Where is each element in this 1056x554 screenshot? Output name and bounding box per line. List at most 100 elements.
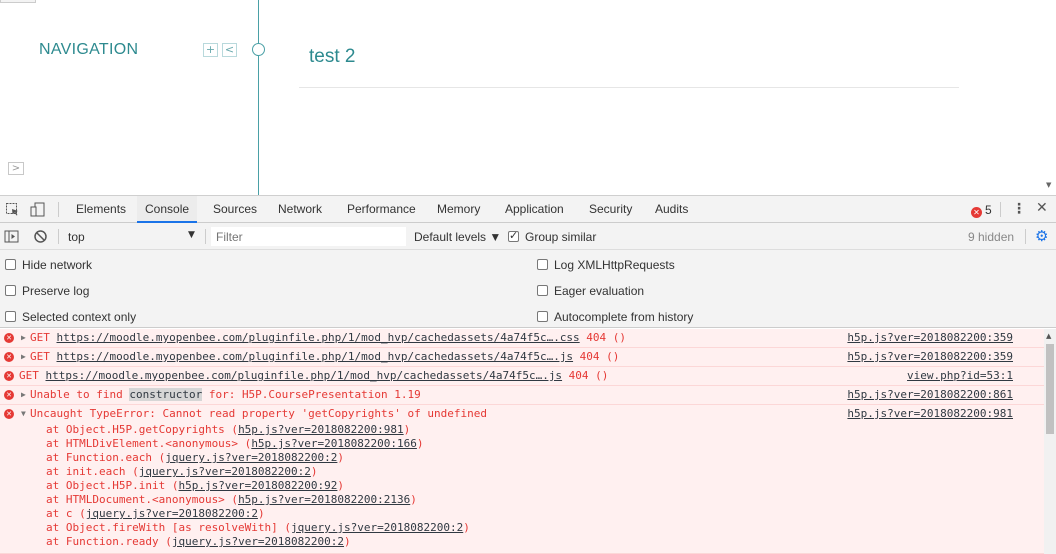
hidden-count: 9 hidden xyxy=(968,230,1015,244)
source-link[interactable]: h5p.js?ver=2018082200:981 xyxy=(847,405,1013,423)
message-before: Unable to find xyxy=(30,388,130,401)
checkbox[interactable] xyxy=(537,311,548,322)
inspect-element-icon[interactable] xyxy=(5,202,20,217)
sidebar-toggle-icon[interactable] xyxy=(4,229,19,244)
navigation-title: NAVIGATION xyxy=(39,41,139,58)
scrollbar-thumb[interactable] xyxy=(1046,344,1054,434)
console-error-message[interactable]: ✕ ▶ GET https://moodle.myopenbee.com/plu… xyxy=(0,329,1044,348)
expand-triangle-icon[interactable]: ▶ xyxy=(21,386,26,404)
gear-icon[interactable]: ⚙ xyxy=(1035,227,1048,245)
console-toolbar: top ▼ Default levels ▼ Group similar 9 h… xyxy=(0,223,1056,250)
chevron-down-icon[interactable]: ▼ xyxy=(188,230,195,240)
tab-application[interactable]: Application xyxy=(503,196,566,223)
stack-frame-link[interactable]: jquery.js?ver=2018082200:2 xyxy=(291,521,463,534)
eager-evaluation-option[interactable]: Eager evaluation xyxy=(537,284,644,298)
console-error-message[interactable]: ✕ ▶ GET https://moodle.myopenbee.com/plu… xyxy=(0,348,1044,367)
scroll-up-icon[interactable]: ▲ xyxy=(1046,332,1051,340)
autocomplete-history-label: Autocomplete from history xyxy=(554,310,694,324)
heading-divider xyxy=(299,87,959,88)
clear-console-icon[interactable] xyxy=(33,229,48,244)
stack-frame-text: at init.each ( xyxy=(46,465,139,478)
error-count-badge[interactable]: ✕ 5 xyxy=(971,203,992,218)
filter-input[interactable] xyxy=(211,227,406,246)
close-icon[interactable]: ✕ xyxy=(1036,200,1048,216)
console-error-message[interactable]: ✕ GET https://moodle.myopenbee.com/plugi… xyxy=(0,367,1044,386)
message-suffix: 404 () xyxy=(573,350,620,363)
stack-frame-text: at Object.H5P.init ( xyxy=(46,479,179,492)
stack-frame-link[interactable]: h5p.js?ver=2018082200:92 xyxy=(178,479,337,492)
page-scroll-down-icon[interactable]: ▼ xyxy=(1046,181,1051,189)
error-icon: ✕ xyxy=(4,409,14,419)
stack-frame-end: ) xyxy=(337,479,345,492)
hide-network-option[interactable]: Hide network xyxy=(5,258,92,272)
checkbox[interactable] xyxy=(5,311,16,322)
message-text: GET https://moodle.myopenbee.com/pluginf… xyxy=(30,348,619,366)
tab-network[interactable]: Network xyxy=(276,196,324,223)
collapse-triangle-icon[interactable]: ▼ xyxy=(21,405,26,423)
toolbar-separator xyxy=(205,229,206,244)
stack-frame: at Function.each (jquery.js?ver=20180822… xyxy=(46,451,1044,465)
group-similar-checkbox[interactable]: Group similar xyxy=(508,229,596,244)
console-error-message-expanded[interactable]: ✕ ▼ Uncaught TypeError: Cannot read prop… xyxy=(0,405,1044,554)
source-link[interactable]: h5p.js?ver=2018082200:359 xyxy=(847,348,1013,366)
message-text: Unable to find constructor for: H5P.Cour… xyxy=(30,386,421,404)
stack-frame-text: at c ( xyxy=(46,507,86,520)
console-scrollbar[interactable]: ▲ xyxy=(1044,329,1056,554)
nav-add-icon[interactable]: + xyxy=(203,43,218,57)
tab-sources[interactable]: Sources xyxy=(211,196,259,223)
autocomplete-history-option[interactable]: Autocomplete from history xyxy=(537,310,693,324)
checkbox-checked-icon[interactable] xyxy=(508,229,519,242)
checkbox[interactable] xyxy=(5,285,16,296)
tab-audits[interactable]: Audits xyxy=(653,196,690,223)
source-link[interactable]: h5p.js?ver=2018082200:861 xyxy=(847,386,1013,404)
stack-frame-text: at Function.ready ( xyxy=(46,535,172,548)
stack-frame-end: ) xyxy=(344,535,351,548)
more-options-icon[interactable]: ⋮ xyxy=(1012,201,1026,217)
expand-triangle-icon[interactable]: ▶ xyxy=(21,329,26,347)
log-levels-dropdown[interactable]: Default levels ▼ xyxy=(414,230,501,244)
console-error-message[interactable]: ✕ ▶ Unable to find constructor for: H5P.… xyxy=(0,386,1044,405)
message-text: Uncaught TypeError: Cannot read property… xyxy=(30,407,487,420)
message-url-link[interactable]: https://moodle.myopenbee.com/pluginfile.… xyxy=(46,369,563,382)
stack-frame-link[interactable]: jquery.js?ver=2018082200:2 xyxy=(139,465,311,478)
message-prefix: GET xyxy=(30,350,57,363)
devtools-panel: Elements Console Sources Network Perform… xyxy=(0,195,1056,554)
stack-frame-link[interactable]: h5p.js?ver=2018082200:166 xyxy=(251,437,417,450)
checkbox[interactable] xyxy=(5,259,16,270)
nav-timeline-line xyxy=(258,0,259,195)
expand-triangle-icon[interactable]: ▶ xyxy=(21,348,26,366)
tab-security[interactable]: Security xyxy=(587,196,634,223)
source-link[interactable]: h5p.js?ver=2018082200:359 xyxy=(847,329,1013,347)
stack-frame-text: at Object.H5P.getCopyrights ( xyxy=(46,423,239,436)
tab-console[interactable]: Console xyxy=(137,196,198,223)
message-prefix: GET xyxy=(30,331,57,344)
tab-performance[interactable]: Performance xyxy=(345,196,418,223)
message-url-link[interactable]: https://moodle.myopenbee.com/pluginfile.… xyxy=(57,350,574,363)
top-button[interactable] xyxy=(0,0,36,3)
expand-icon[interactable]: > xyxy=(8,162,24,175)
stack-frame-link[interactable]: jquery.js?ver=2018082200:2 xyxy=(165,451,337,464)
context-select[interactable]: top xyxy=(68,230,85,244)
stack-frame-link[interactable]: h5p.js?ver=2018082200:2136 xyxy=(238,493,410,506)
preserve-log-label: Preserve log xyxy=(22,284,90,298)
device-toolbar-icon[interactable] xyxy=(30,202,45,217)
stack-frame-text: at HTMLDivElement.<anonymous> ( xyxy=(46,437,252,450)
stack-frame-end: ) xyxy=(403,423,411,436)
checkbox[interactable] xyxy=(537,285,548,296)
message-url-link[interactable]: https://moodle.myopenbee.com/pluginfile.… xyxy=(57,331,580,344)
stack-frame: at Object.fireWith [as resolveWith] (jqu… xyxy=(46,521,1044,535)
stack-frame-link[interactable]: h5p.js?ver=2018082200:981 xyxy=(238,423,404,436)
stack-frame-link[interactable]: jquery.js?ver=2018082200:2 xyxy=(172,535,344,548)
preserve-log-option[interactable]: Preserve log xyxy=(5,284,89,298)
nav-timeline-node[interactable] xyxy=(252,43,265,56)
checkbox[interactable] xyxy=(537,259,548,270)
selected-context-option[interactable]: Selected context only xyxy=(5,310,136,324)
page-heading: test 2 xyxy=(309,46,356,67)
tab-elements[interactable]: Elements xyxy=(74,196,128,223)
log-xhr-option[interactable]: Log XMLHttpRequests xyxy=(537,258,675,272)
source-link[interactable]: view.php?id=53:1 xyxy=(907,367,1013,385)
tab-memory[interactable]: Memory xyxy=(435,196,482,223)
nav-collapse-icon[interactable]: < xyxy=(222,43,237,57)
stack-frame-link[interactable]: jquery.js?ver=2018082200:2 xyxy=(86,507,258,520)
hide-network-label: Hide network xyxy=(22,258,93,272)
